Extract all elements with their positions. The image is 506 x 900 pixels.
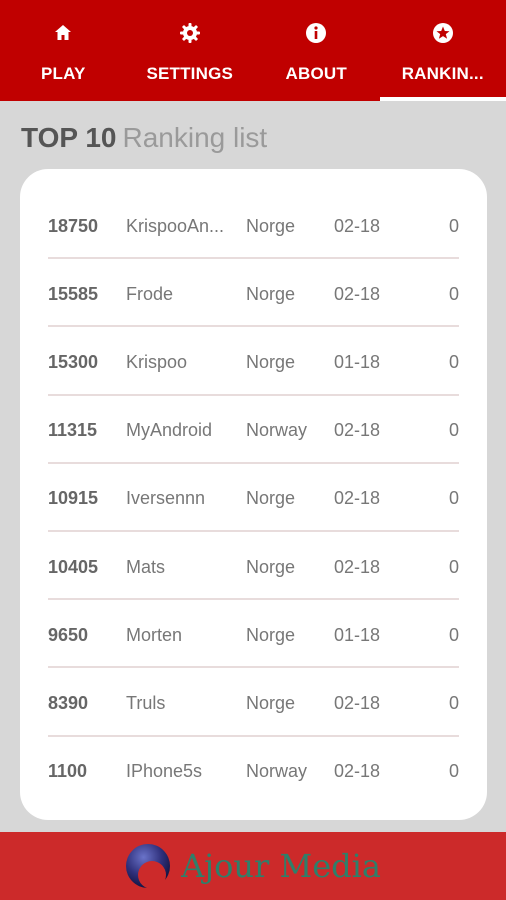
tab-settings-label: SETTINGS [146, 64, 234, 83]
ranking-country: Norge [246, 351, 296, 372]
ranking-row: 8390 Truls Norge 02-18 0 [48, 670, 459, 737]
ranking-extra-value: 0 [448, 624, 459, 645]
ranking-extra-value: 0 [448, 761, 459, 782]
moon-logo-icon [126, 844, 171, 889]
ranking-extra-value: 0 [448, 692, 459, 713]
ranking-row: 11315 MyAndroid Norway 02-18 0 [48, 398, 459, 464]
ranking-date: 02-18 [334, 692, 381, 713]
ranking-country: Norge [246, 624, 296, 645]
ranking-row: 9650 Morten Norge 01-18 0 [48, 602, 459, 669]
ranking-extra-value: 0 [448, 351, 459, 372]
ranking-date: 02-18 [334, 556, 381, 577]
ranking-date: 02-18 [334, 215, 381, 236]
ranking-date: 02-18 [334, 488, 381, 509]
ranking-score: 15585 [48, 283, 99, 304]
ranking-score: 10915 [48, 488, 99, 509]
brand-logo: Ajour Media [125, 843, 381, 889]
ranking-list[interactable]: 18750 KrispooAn... Norge 02-18 0 15585 F… [48, 193, 459, 805]
ranking-player-name: Iversennn [126, 488, 206, 509]
ranking-country: Norge [246, 215, 296, 236]
ranking-country: Norge [246, 283, 296, 304]
row-divider [48, 461, 459, 464]
ranking-country: Norway [246, 420, 308, 441]
page-title-top: TOP 10 [21, 122, 117, 153]
ranking-score: 11315 [48, 420, 98, 441]
ranking-row: 15300 Krispoo Norge 01-18 0 [48, 329, 459, 396]
ranking-date: 02-18 [334, 420, 381, 441]
page-title-subtitle: Ranking list [122, 122, 268, 153]
brand-name: Ajour Media [181, 847, 381, 885]
ranking-row: 15585 Frode Norge 02-18 0 [48, 261, 459, 328]
star-icon [432, 22, 454, 44]
ranking-card: 18750 KrispooAn... Norge 02-18 0 15585 F… [20, 169, 487, 820]
ranking-row: 10915 Iversennn Norge 02-18 0 [48, 466, 459, 532]
ranking-score: 1100 [48, 761, 88, 782]
ranking-player-name: Krispoo [126, 351, 188, 372]
active-tab-indicator [379, 97, 506, 101]
ranking-country: Norway [246, 761, 308, 782]
home-icon [52, 22, 74, 44]
gear-icon [179, 22, 201, 44]
tab-about[interactable]: ABOUT [253, 0, 380, 101]
footer-banner[interactable]: Ajour Media [0, 832, 506, 900]
row-divider [48, 666, 459, 669]
tab-settings[interactable]: SETTINGS [127, 0, 254, 101]
row-divider [48, 325, 459, 328]
ranking-date: 02-18 [334, 761, 381, 782]
ranking-player-name: IPhone5s [126, 761, 203, 782]
ranking-extra-value: 0 [448, 556, 459, 577]
ranking-player-name: Morten [126, 624, 183, 645]
ranking-row: 1100 IPhone5s Norway 02-18 0 [48, 739, 459, 805]
tab-play[interactable]: PLAY [0, 0, 127, 101]
ranking-score: 8390 [48, 692, 89, 713]
ranking-row: 10405 Mats Norge 02-18 0 [48, 534, 459, 601]
row-divider [48, 529, 459, 532]
row-divider [48, 734, 459, 737]
ranking-score: 10405 [48, 556, 99, 577]
tab-ranking[interactable]: RANKIN... [379, 0, 506, 101]
row-divider [48, 257, 459, 260]
ranking-score: 18750 [48, 215, 99, 236]
page-title: TOP 10 Ranking list [21, 122, 267, 162]
info-icon [305, 22, 327, 44]
ranking-country: Norge [246, 556, 296, 577]
row-divider [48, 598, 459, 601]
ranking-date: 01-18 [334, 624, 381, 645]
row-divider [48, 393, 459, 396]
ranking-score: 9650 [48, 624, 89, 645]
ranking-country: Norge [246, 488, 296, 509]
tab-ranking-label: RANKIN... [401, 64, 484, 83]
ranking-player-name: Mats [126, 556, 166, 577]
ranking-date: 02-18 [334, 283, 381, 304]
ranking-player-name: KrispooAn... [126, 215, 225, 236]
ranking-country: Norge [246, 692, 296, 713]
ranking-score: 15300 [48, 351, 99, 372]
tab-bar: PLAY SETTINGS ABOUT RANKIN... [0, 0, 506, 101]
ranking-player-name: MyAndroid [126, 420, 213, 441]
ranking-extra-value: 0 [448, 215, 459, 236]
app-screen: PLAY SETTINGS ABOUT RANKIN... TOP 10 Ran… [0, 0, 506, 900]
ranking-player-name: Frode [126, 283, 174, 304]
ranking-extra-value: 0 [448, 283, 459, 304]
tab-play-label: PLAY [40, 64, 86, 83]
ranking-extra-value: 0 [448, 488, 459, 509]
ranking-player-name: Truls [126, 692, 166, 713]
tab-about-label: ABOUT [285, 64, 347, 83]
ranking-extra-value: 0 [448, 420, 459, 441]
ranking-date: 01-18 [334, 351, 381, 372]
ranking-row: 18750 KrispooAn... Norge 02-18 0 [48, 193, 459, 260]
